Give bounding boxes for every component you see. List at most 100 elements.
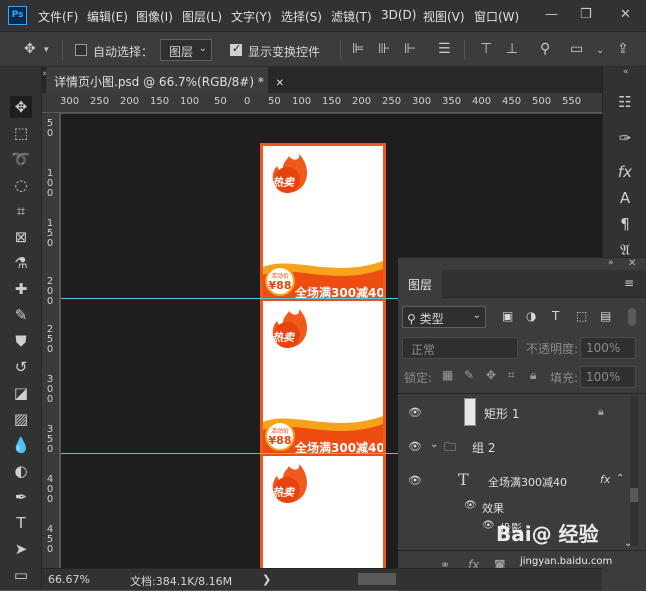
menu-layer[interactable]: 图层(L) — [182, 8, 222, 25]
eye-icon[interactable]: 👁︎ — [482, 520, 495, 531]
quick-select-tool-icon[interactable]: ◌ — [10, 174, 32, 196]
horizontal-scrollbar-thumb[interactable] — [358, 573, 396, 585]
hot-label: 热卖 — [272, 331, 294, 344]
eye-icon[interactable]: 👁︎ — [408, 474, 422, 487]
healing-brush-tool-icon[interactable]: ✚ — [10, 278, 32, 300]
opacity-input[interactable]: 100% — [580, 337, 636, 359]
tab-layers[interactable]: 图层 — [398, 270, 443, 298]
minimize-button[interactable]: — — [545, 7, 558, 22]
menu-edit[interactable]: 编辑(E) — [87, 8, 128, 25]
eye-icon[interactable]: 👁︎ — [408, 440, 422, 453]
ruler-label: 1 5 0 — [46, 218, 54, 249]
filter-toggle[interactable] — [628, 308, 636, 326]
eyedropper-tool-icon[interactable]: ⚗ — [10, 252, 32, 274]
panel-menu-icon[interactable]: ≡ — [624, 276, 634, 290]
eye-icon[interactable]: 👁︎ — [408, 406, 422, 419]
auto-select-target-dropdown[interactable]: 图层 ⌄ — [160, 39, 212, 61]
gradient-tool-icon[interactable]: ▨ — [10, 408, 32, 430]
layer-filter-dropdown[interactable]: ⚲ 类型 ⌄ — [402, 306, 486, 328]
collapse-icon[interactable]: « — [623, 67, 629, 77]
scrollbar-thumb[interactable] — [630, 488, 638, 502]
close-tab-icon[interactable]: ✕ — [276, 78, 284, 89]
lock-position-icon[interactable]: ✥ — [486, 368, 496, 382]
auto-select-checkbox[interactable] — [75, 44, 87, 56]
layer-row-text[interactable]: 👁︎ T 全场满300减40 fx ⌃ — [398, 464, 638, 498]
align-top-icon[interactable]: ⊤ — [480, 41, 492, 57]
menu-type[interactable]: 文字(Y) — [231, 8, 272, 25]
clone-stamp-tool-icon[interactable]: ⛊ — [10, 330, 32, 352]
filter-type-icon[interactable]: T — [552, 309, 559, 323]
lock-artboard-icon[interactable]: ⌗ — [508, 368, 515, 383]
styles-fx-icon[interactable]: fx — [615, 163, 635, 181]
blur-tool-icon[interactable]: 💧 — [10, 434, 32, 456]
chevron-up-icon[interactable]: ⌃ — [616, 473, 624, 484]
align-hcenter-icon[interactable]: ⊪ — [378, 41, 390, 57]
marquee-tool-icon[interactable]: ⬚ — [10, 122, 32, 144]
lasso-tool-icon[interactable]: ➰ — [10, 148, 32, 170]
layer-row-group[interactable]: 👁︎ ⌄ 🗀 组 2 — [398, 430, 638, 464]
document-artboard[interactable]: 热卖 活动价 ¥88 全场满300减40 热卖 活动价 ¥88 全场满300减4… — [260, 143, 386, 590]
move-tool-icon[interactable]: ✥ — [10, 96, 32, 118]
properties-panel-icon[interactable]: ☷ — [615, 93, 635, 111]
menu-file[interactable]: 文件(F) — [38, 8, 78, 25]
move-tool-icon[interactable]: ✥ — [24, 41, 36, 57]
history-brush-tool-icon[interactable]: ↺ — [10, 356, 32, 378]
restore-button[interactable]: ❐ — [580, 7, 592, 22]
distribute-icon[interactable]: ☰ — [438, 41, 451, 57]
divider — [62, 40, 63, 60]
brush-settings-icon[interactable]: ✑ — [615, 129, 635, 147]
crop-tool-icon[interactable]: ⌗ — [10, 200, 32, 222]
align-right-icon[interactable]: ⊩ — [404, 41, 416, 57]
chevron-down-icon[interactable]: ⌄ — [430, 439, 438, 450]
menu-window[interactable]: 窗口(W) — [474, 8, 519, 25]
blend-mode-value: 正常 — [411, 343, 436, 357]
layers-scrollbar[interactable] — [630, 396, 638, 546]
filter-adjustment-icon[interactable]: ◑ — [526, 309, 536, 323]
lock-pixels-icon[interactable]: ▦ — [442, 368, 453, 382]
align-left-icon[interactable]: ⊫ — [352, 41, 364, 57]
chevron-down-icon[interactable]: ⌄ — [596, 45, 604, 56]
lock-all-icon[interactable]: 🔒︎ — [530, 368, 536, 383]
layer-effects-row[interactable]: 👁︎ 效果 — [398, 498, 638, 518]
type-tool-icon[interactable]: T — [10, 512, 32, 534]
zoom-level[interactable]: 66.67% — [48, 573, 90, 586]
pen-tool-icon[interactable]: ✒ — [10, 486, 32, 508]
path-select-tool-icon[interactable]: ➤ — [10, 538, 32, 560]
ruler-label: 450 — [502, 96, 522, 107]
filter-shape-icon[interactable]: ⬚ — [576, 309, 587, 323]
close-window-button[interactable]: ✕ — [620, 7, 631, 22]
share-icon[interactable]: ⇪ — [617, 41, 629, 57]
workspace-icon[interactable]: ▭ — [570, 41, 583, 57]
menu-image[interactable]: 图像(I) — [136, 8, 173, 25]
layer-name: 组 2 — [472, 441, 496, 455]
menu-view[interactable]: 视图(V) — [423, 8, 465, 25]
menu-filter[interactable]: 滤镜(T) — [331, 8, 372, 25]
horizontal-guide[interactable] — [61, 453, 398, 454]
filter-smart-object-icon[interactable]: ▤ — [600, 309, 611, 323]
horizontal-guide[interactable] — [61, 298, 398, 299]
fill-input[interactable]: 100% — [580, 366, 636, 388]
frame-tool-icon[interactable]: ⊠ — [10, 226, 32, 248]
rectangle-tool-icon[interactable]: ▭ — [10, 564, 32, 586]
dodge-tool-icon[interactable]: ◐ — [10, 460, 32, 482]
character-panel-icon[interactable]: A — [615, 189, 635, 207]
chevron-down-icon[interactable]: ⌄ — [624, 538, 632, 549]
lock-paint-icon[interactable]: ✎ — [464, 368, 474, 382]
menu-3d[interactable]: 3D(D) — [381, 8, 416, 22]
eye-icon[interactable]: 👁︎ — [464, 500, 477, 511]
paragraph-panel-icon[interactable]: ¶ — [615, 215, 635, 233]
align-vcenter-icon[interactable]: ⊥ — [506, 41, 518, 57]
status-menu-arrow[interactable]: ❯ — [262, 573, 271, 586]
close-panel-icon[interactable]: ✕ — [628, 258, 636, 269]
document-tab[interactable]: 详情页小图.psd @ 66.7%(RGB/8#) * ✕ — [46, 67, 284, 93]
collapse-icon[interactable]: » — [608, 258, 614, 268]
search-icon[interactable]: ⚲ — [540, 41, 550, 57]
filter-pixel-icon[interactable]: ▣ — [502, 309, 513, 323]
layer-row-rectangle[interactable]: 👁︎ 矩形 1 🔒︎ — [398, 396, 638, 430]
menu-select[interactable]: 选择(S) — [281, 8, 322, 25]
tool-preset-chevron-icon[interactable]: ▾ — [44, 45, 49, 55]
show-transform-checkbox[interactable] — [230, 42, 242, 56]
blend-mode-dropdown[interactable]: 正常 — [402, 337, 518, 359]
brush-tool-icon[interactable]: ✎ — [10, 304, 32, 326]
eraser-tool-icon[interactable]: ◪ — [10, 382, 32, 404]
